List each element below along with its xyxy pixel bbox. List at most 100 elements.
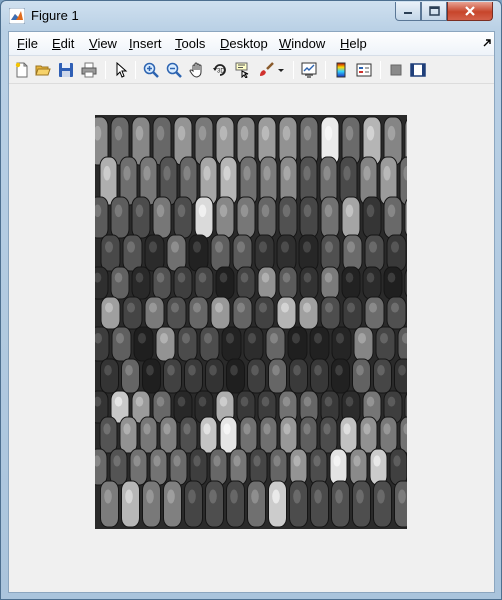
kernel-highlight bbox=[383, 165, 391, 181]
link-plot-button[interactable] bbox=[299, 60, 319, 80]
kernel-highlight bbox=[248, 333, 256, 344]
corn-kernel bbox=[320, 196, 340, 239]
print-button[interactable] bbox=[79, 60, 99, 80]
corn-kernel bbox=[379, 416, 398, 454]
corn-kernel bbox=[119, 416, 138, 454]
menu-edit[interactable]: Edit bbox=[52, 36, 74, 51]
kernel-highlight bbox=[387, 396, 396, 407]
menu-desktop[interactable]: Desktop bbox=[220, 36, 268, 51]
kernel-highlight bbox=[103, 165, 111, 181]
kernel-highlight bbox=[303, 204, 312, 218]
hide-plot-tools-button[interactable] bbox=[386, 60, 406, 80]
corn-kernel bbox=[352, 358, 371, 394]
data-cursor-icon bbox=[235, 62, 249, 78]
minimize-button[interactable] bbox=[395, 2, 421, 21]
title-bar[interactable]: Figure 1 bbox=[1, 1, 501, 31]
kernel-highlight bbox=[383, 423, 391, 435]
corn-kernel bbox=[342, 234, 363, 272]
kernel-highlight bbox=[398, 365, 406, 376]
corn-kernel bbox=[144, 296, 165, 330]
kernel-highlight bbox=[203, 165, 211, 181]
kernel-highlight bbox=[105, 302, 113, 313]
edit-plot-button[interactable] bbox=[111, 60, 131, 80]
kernel-highlight bbox=[127, 241, 135, 253]
corn-kernel bbox=[194, 196, 214, 239]
close-button[interactable] bbox=[447, 2, 493, 21]
data-cursor-button[interactable] bbox=[233, 60, 253, 80]
corn-kernel bbox=[349, 448, 368, 486]
pan-button[interactable] bbox=[187, 60, 207, 80]
corn-kernel bbox=[375, 326, 396, 362]
maximize-button[interactable] bbox=[421, 2, 447, 21]
svg-text:3D: 3D bbox=[217, 69, 225, 75]
corn-kernel bbox=[394, 358, 407, 394]
menu-help[interactable]: Help bbox=[340, 36, 367, 51]
corn-kernel bbox=[331, 326, 352, 362]
kernel-highlight bbox=[116, 333, 124, 344]
kernel-highlight bbox=[333, 455, 341, 467]
kernel-highlight bbox=[366, 125, 375, 141]
corn-kernel bbox=[100, 296, 121, 330]
corn-kernel bbox=[166, 234, 187, 272]
corn-kernel bbox=[152, 266, 172, 300]
kernel-highlight bbox=[377, 489, 385, 504]
kernel-highlight bbox=[240, 396, 249, 407]
corn-kernel bbox=[287, 326, 308, 362]
kernel-highlight bbox=[105, 241, 113, 253]
menu-insert[interactable]: Insert bbox=[129, 36, 162, 51]
print-icon bbox=[81, 62, 97, 78]
corn-kernel bbox=[359, 416, 378, 454]
legend-icon bbox=[356, 63, 372, 77]
kernel-highlight bbox=[273, 455, 281, 467]
rotate-3d-button[interactable]: 3D bbox=[210, 60, 230, 80]
corn-kernel bbox=[142, 480, 161, 528]
kernel-highlight bbox=[358, 333, 366, 344]
insert-colorbar-button[interactable] bbox=[331, 60, 351, 80]
brush-button[interactable] bbox=[256, 60, 276, 80]
kernel-highlight bbox=[123, 165, 131, 181]
corn-kernel bbox=[219, 416, 238, 454]
new-figure-button[interactable] bbox=[12, 60, 32, 80]
kernel-highlight bbox=[127, 302, 135, 313]
menu-bar: File Edit View Insert Tools Desktop Wind… bbox=[9, 32, 494, 56]
corn-kernel bbox=[362, 196, 382, 239]
corn-kernel bbox=[169, 448, 188, 486]
kernel-highlight bbox=[204, 333, 212, 344]
corn-kernel bbox=[236, 196, 256, 239]
corn-kernel bbox=[205, 358, 224, 394]
menu-view[interactable]: View bbox=[89, 36, 117, 51]
show-plot-tools-button[interactable] bbox=[408, 60, 428, 80]
zoom-in-button[interactable] bbox=[141, 60, 161, 80]
close-icon bbox=[465, 6, 475, 16]
zoom-in-icon bbox=[143, 62, 159, 78]
kernel-highlight bbox=[198, 272, 207, 283]
zoom-out-button[interactable] bbox=[164, 60, 184, 80]
corn-kernel bbox=[279, 416, 298, 454]
maximize-icon bbox=[428, 6, 440, 16]
figure-canvas[interactable] bbox=[9, 85, 494, 592]
kernel-highlight bbox=[193, 455, 201, 467]
window-title: Figure 1 bbox=[31, 8, 79, 23]
kernel-highlight bbox=[182, 333, 190, 344]
kernel-highlight bbox=[325, 302, 333, 313]
brush-dropdown-button[interactable] bbox=[275, 60, 287, 80]
open-file-button[interactable] bbox=[33, 60, 53, 80]
kernel-highlight bbox=[363, 423, 371, 435]
menu-window[interactable]: Window bbox=[279, 36, 325, 51]
dock-figure-icon[interactable] bbox=[481, 37, 493, 49]
kernel-highlight bbox=[156, 272, 165, 283]
image-axes[interactable] bbox=[95, 115, 407, 529]
save-button[interactable] bbox=[56, 60, 76, 80]
insert-legend-button[interactable] bbox=[354, 60, 374, 80]
menu-file[interactable]: File bbox=[17, 36, 38, 51]
corn-kernel bbox=[95, 266, 109, 300]
kernel-highlight bbox=[183, 423, 191, 435]
corn-kernel bbox=[299, 416, 318, 454]
corn-kernel bbox=[352, 480, 371, 528]
kernel-highlight bbox=[282, 272, 291, 283]
menu-tools[interactable]: Tools bbox=[175, 36, 205, 51]
corn-kernel bbox=[320, 234, 341, 272]
corn-kernel bbox=[173, 196, 193, 239]
rotate-3d-icon: 3D bbox=[213, 64, 226, 76]
kernel-highlight bbox=[219, 272, 228, 283]
